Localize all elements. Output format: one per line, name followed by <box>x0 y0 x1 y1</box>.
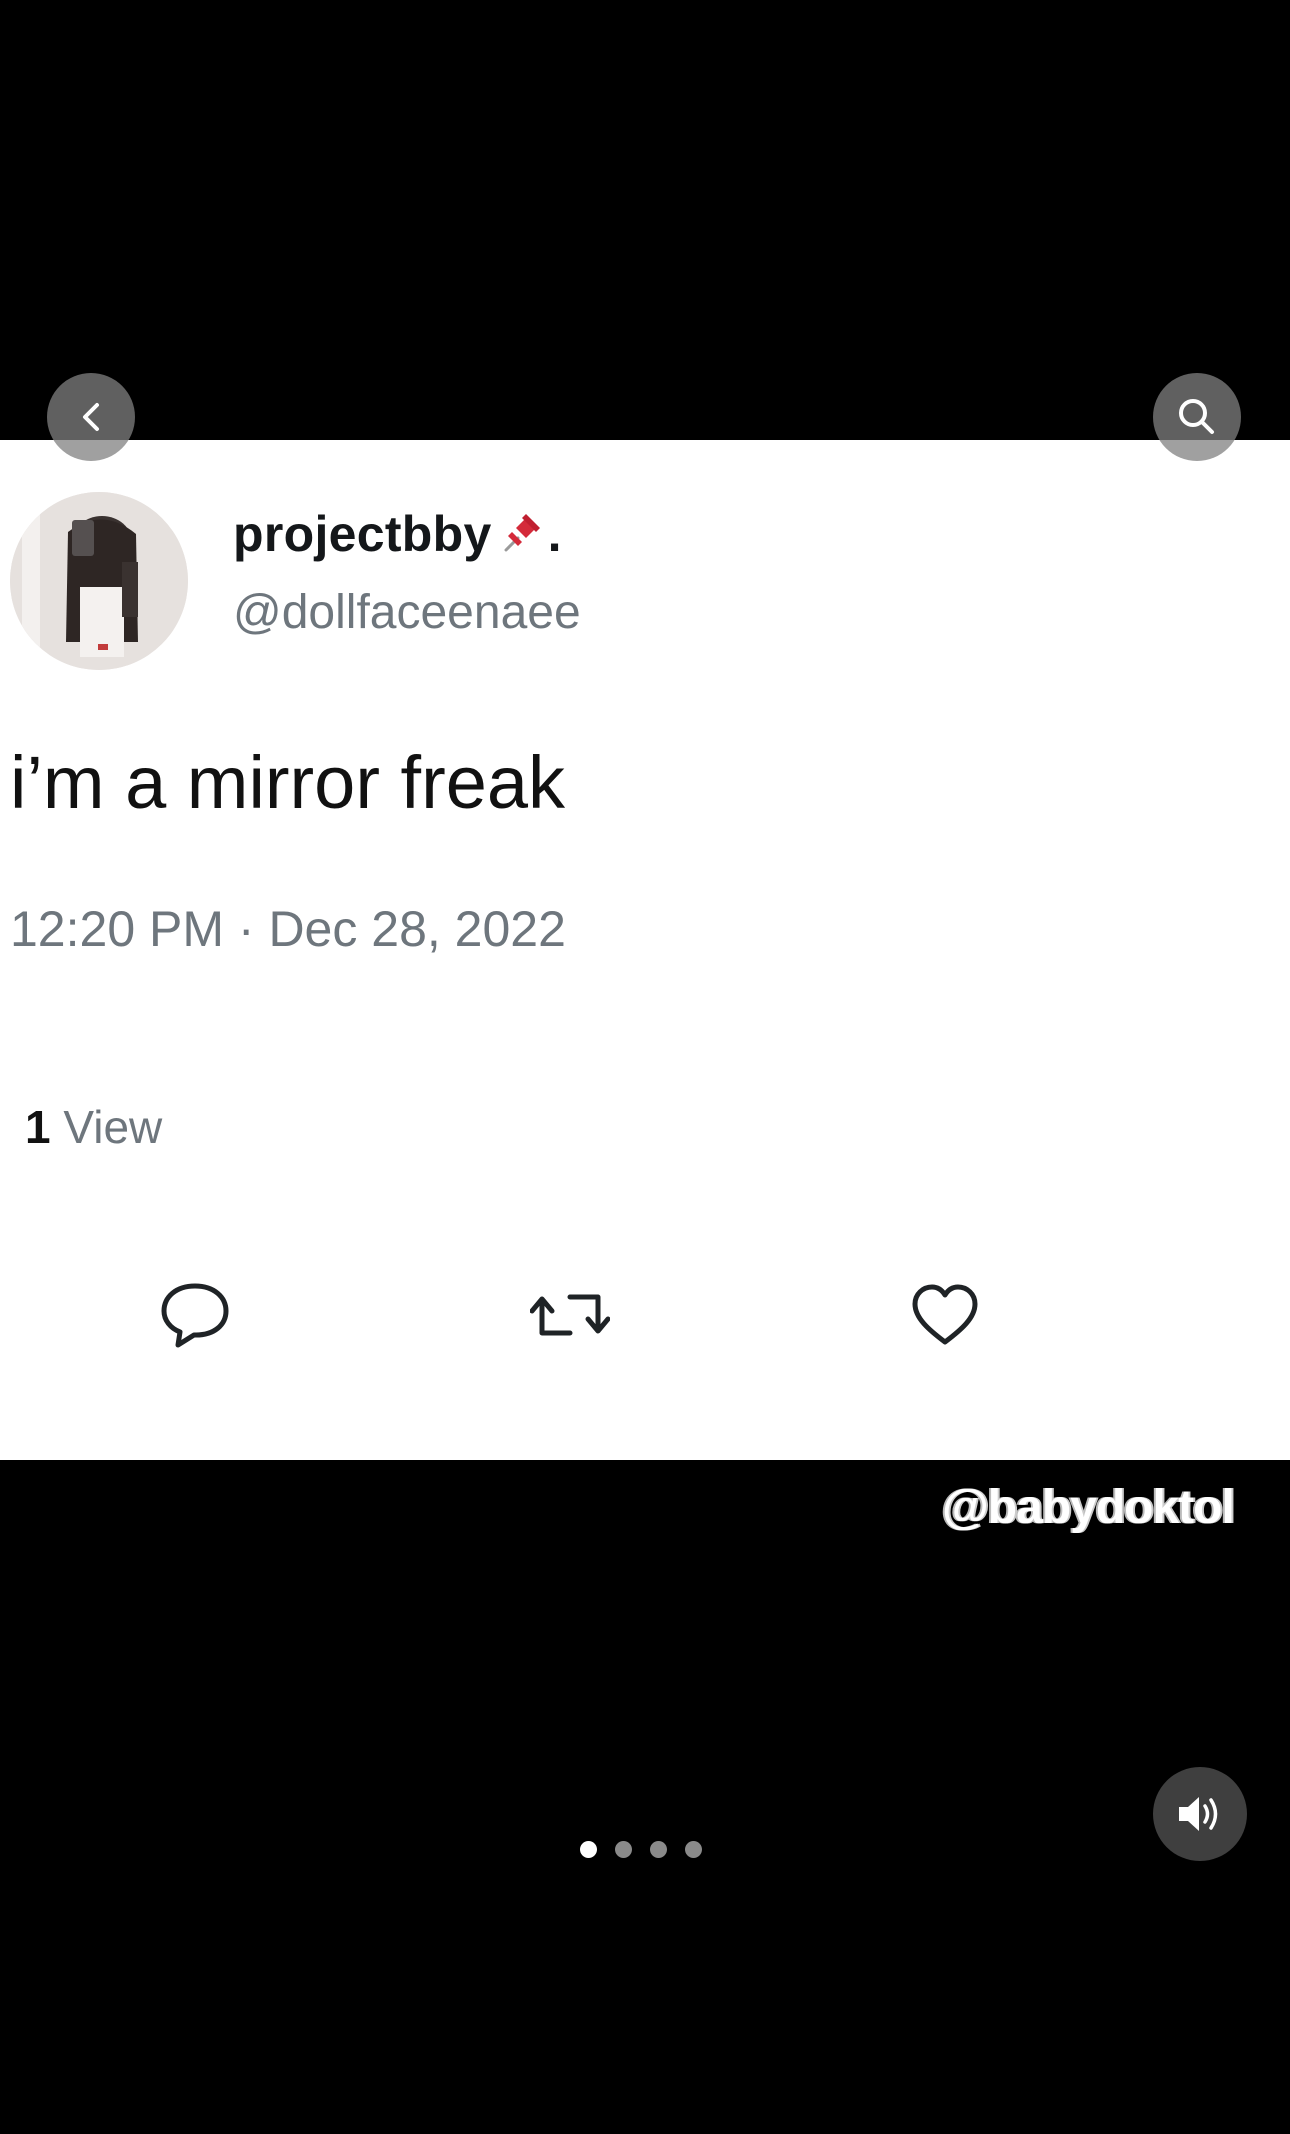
user-handle[interactable]: @dollfaceenaee <box>233 585 581 640</box>
sound-toggle-button[interactable] <box>1153 1767 1247 1861</box>
avatar[interactable] <box>10 492 188 670</box>
reply-button[interactable] <box>155 1275 235 1355</box>
display-name-text: projectbby <box>233 506 492 562</box>
carousel-indicator <box>580 1841 702 1858</box>
watermark: @babydoktol <box>942 1481 1235 1534</box>
tweet-text: i’m a mirror freak <box>10 741 566 824</box>
tweet-timestamp[interactable]: 12:20 PM · Dec 28, 2022 <box>10 900 566 958</box>
search-button[interactable] <box>1153 373 1241 461</box>
view-count-number: 1 <box>25 1101 51 1153</box>
back-button[interactable] <box>47 373 135 461</box>
heart-icon <box>912 1284 978 1345</box>
carousel-dot[interactable] <box>685 1841 702 1858</box>
search-icon <box>1179 399 1214 434</box>
carousel-dot[interactable] <box>580 1841 597 1858</box>
tweet-card: projectbby . @dollfaceenaee i’m a mirror… <box>0 440 1290 1460</box>
carousel-dot[interactable] <box>615 1841 632 1858</box>
retweet-button[interactable] <box>530 1275 610 1355</box>
speaker-icon <box>1179 1797 1218 1831</box>
display-name-suffix: . <box>547 506 562 562</box>
chevron-left-icon <box>83 403 99 431</box>
retweet-icon <box>530 1294 610 1336</box>
speech-bubble-icon <box>161 1283 229 1348</box>
view-count-label: View <box>63 1101 163 1153</box>
pushpin-icon <box>496 506 548 570</box>
display-name[interactable]: projectbby . <box>233 505 562 570</box>
view-count: 1 View <box>25 1100 162 1154</box>
like-button[interactable] <box>905 1275 985 1355</box>
carousel-dot[interactable] <box>650 1841 667 1858</box>
